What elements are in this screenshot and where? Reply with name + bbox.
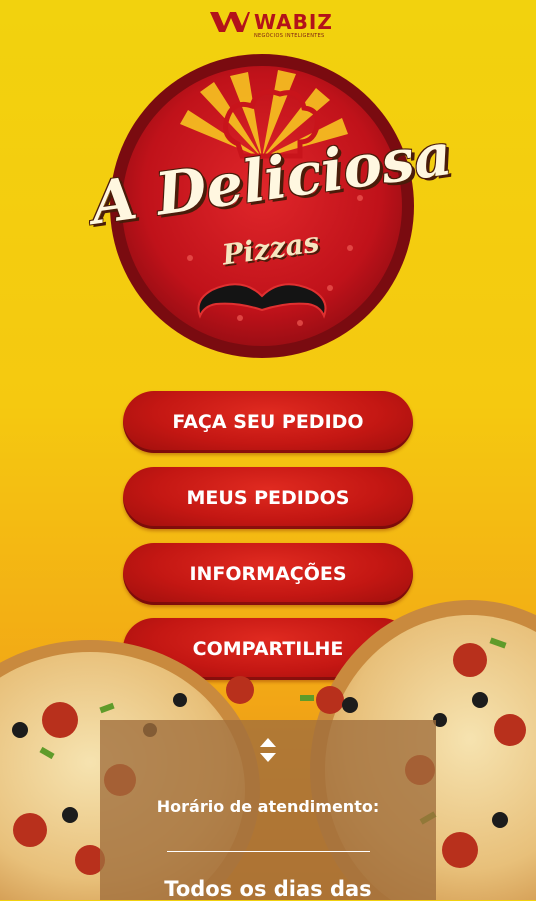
wabiz-logo-icon [210,12,250,32]
hours-label: Horário de atendimento: [156,797,380,816]
info-button[interactable]: INFORMAÇÕES [123,543,413,605]
my-orders-button[interactable]: MEUS PEDIDOS [123,467,413,529]
scroll-arrows-icon[interactable] [260,738,276,762]
wabiz-brand: WABIZ NEGÓCIOS INTELIGENTES [210,8,340,42]
brand-name: WABIZ [254,10,333,34]
divider [167,851,370,852]
brand-tagline: NEGÓCIOS INTELIGENTES [254,33,325,39]
hours-days: Todos os dias das [164,877,372,901]
order-button[interactable]: FAÇA SEU PEDIDO [123,391,413,453]
